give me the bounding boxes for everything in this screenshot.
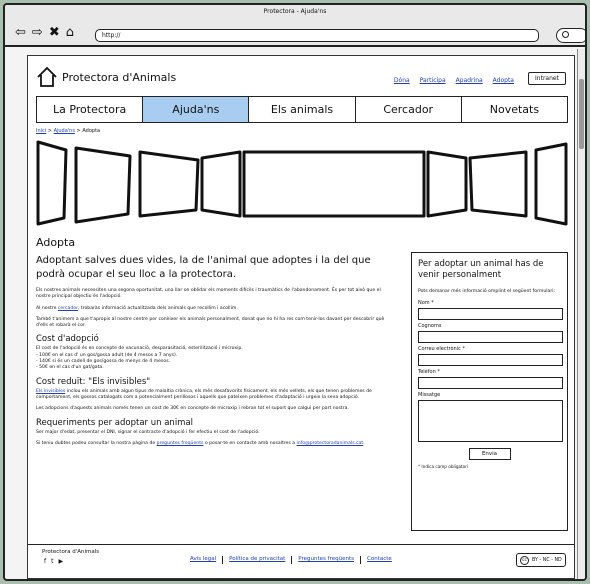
search-icon — [562, 31, 569, 38]
list-item: - 50€ en el cas d'un gat/gata. — [36, 365, 104, 371]
message-textarea[interactable] — [418, 400, 563, 442]
site-logo[interactable]: Protectora d'Animals — [36, 66, 176, 88]
faq-link[interactable]: preguntes freqüents — [157, 441, 204, 446]
breadcrumb-current: Adopta — [82, 128, 101, 134]
adoption-form: Per adoptar un animal has de venir perso… — [411, 252, 568, 531]
main-content: Els nostres animals necessiten una segon… — [36, 288, 392, 452]
divider — [291, 556, 293, 564]
footer: Protectora d'Animals f t ▶ Avís legal Po… — [28, 544, 574, 578]
phone-field[interactable] — [418, 377, 563, 389]
footer-link-privacitat[interactable]: Política de privacitat — [229, 556, 285, 564]
divider — [359, 556, 361, 564]
cost-list: - 100€ en el cas d' un gos/gossa adult (… — [36, 353, 392, 372]
browser-window: Protectora - Ajuda'ns ⇦ ⇨ ✖ ⌂ http:// Pr… — [3, 3, 587, 581]
web-page: Protectora d'Animals Dóna Participa Apad… — [27, 55, 575, 579]
form-title: Per adoptar un animal has de venir perso… — [418, 259, 544, 280]
breadcrumb-ajudans[interactable]: Ajuda'ns — [54, 128, 75, 134]
page-title: Adopta — [36, 236, 76, 249]
lead-text: Adoptant salves dues vides, la de l'anim… — [36, 255, 371, 280]
paragraph: Ser major d'edat, presentar el DNI, sign… — [36, 429, 260, 435]
form-intro: Pots demanar més informació omplint el s… — [418, 289, 556, 294]
menu-item-novetats[interactable]: Novetats — [462, 97, 567, 122]
form-label-nom: Nom * — [418, 300, 434, 306]
window-title: Protectora - Ajuda'ns — [263, 8, 327, 15]
surname-field[interactable] — [418, 331, 563, 343]
name-field[interactable] — [418, 308, 563, 320]
menu-item-la-protectora[interactable]: La Protectora — [37, 97, 144, 122]
license-badge[interactable]: cc BY - NC - ND — [516, 553, 566, 567]
footer-link-contacte[interactable]: Contacte — [367, 556, 392, 564]
url-bar[interactable]: http:// — [95, 29, 539, 42]
browser-nav-buttons: ⇦ ⇨ ✖ ⌂ — [15, 26, 74, 39]
menu-item-els-animals[interactable]: Els animals — [249, 97, 356, 122]
forward-arrow-icon[interactable]: ⇨ — [32, 26, 43, 39]
home-icon[interactable]: ⌂ — [66, 26, 74, 39]
footer-name: Protectora d'Animals — [42, 549, 100, 555]
send-button[interactable]: Envia — [468, 448, 511, 460]
breadcrumb: Inici > Ajuda'ns > Adopta — [36, 128, 100, 134]
section-heading-requirements: Requeriments per adoptar un animal — [36, 417, 194, 428]
top-links: Dóna Participa Apadrina Adopta — [394, 77, 514, 84]
image-carousel[interactable] — [32, 136, 572, 232]
form-label-telefon: Telèfon * — [418, 369, 440, 375]
footer-link-avis-legal[interactable]: Avís legal — [190, 556, 216, 564]
close-x-icon[interactable]: ✖ — [49, 26, 60, 39]
menu-item-cercador[interactable]: Cercador — [356, 97, 462, 122]
house-logo-icon — [37, 66, 57, 87]
twitter-icon[interactable]: t — [51, 558, 53, 565]
form-label-cognoms: Cognoms — [418, 323, 442, 329]
social-icons: f t ▶ — [44, 558, 63, 565]
vertical-scrollbar[interactable] — [577, 49, 585, 579]
email-field[interactable] — [418, 354, 563, 366]
facebook-icon[interactable]: f — [44, 558, 46, 565]
email-link[interactable]: info@protectoradanimals.cat — [297, 441, 364, 446]
breadcrumb-separator: > — [76, 128, 81, 134]
section-heading-cost: Cost d'adopció — [36, 334, 99, 345]
cercador-link[interactable]: cercador — [58, 306, 78, 311]
paragraph: Els invisibles inclou els animals amb al… — [36, 388, 372, 400]
breadcrumb-home[interactable]: Inici — [36, 128, 46, 134]
menu-item-ajudans[interactable]: Ajuda'ns — [143, 97, 250, 122]
footer-links: Avís legal Política de privacitat Pregun… — [190, 556, 392, 564]
paragraph: També t'animem a que t'apropis al nostre… — [36, 316, 385, 329]
carousel-slide — [74, 146, 132, 224]
logo-text: Protectora d'Animals — [62, 70, 177, 84]
intranet-button[interactable]: Intranet — [528, 72, 566, 85]
footer-link-faq[interactable]: Preguntes freqüents — [298, 556, 354, 564]
carousel-slide — [242, 150, 426, 218]
section-heading-reduced: Cost reduït: "Els invisibles" — [36, 376, 151, 387]
top-link-dona[interactable]: Dóna — [394, 77, 410, 84]
carousel-slide — [468, 150, 528, 218]
paragraph: Al nostre cercador, trobaràs informació … — [36, 305, 238, 311]
carousel-slide — [138, 150, 200, 218]
carousel-slide — [426, 150, 468, 218]
license-text: BY - NC - ND — [532, 557, 562, 563]
paragraph: Si teniu dubtes podeu consultar la nostr… — [36, 440, 365, 446]
main-menu: La Protectora Ajuda'ns Els animals Cerca… — [36, 96, 568, 123]
browser-titlebar: Protectora - Ajuda'ns ⇦ ⇨ ✖ ⌂ http:// — [5, 5, 585, 47]
paragraph: Les adopcions d'aquests animals només te… — [36, 406, 349, 412]
carousel-slide — [36, 140, 68, 226]
back-arrow-icon[interactable]: ⇦ — [15, 26, 26, 39]
required-note: * Indica camp obligatori — [418, 464, 469, 469]
divider — [222, 556, 224, 564]
top-link-apadrina[interactable]: Apadrina — [456, 77, 483, 84]
carousel-slide — [200, 150, 242, 218]
cc-icon: cc — [520, 555, 529, 565]
paragraph: Els nostres animals necessiten una segon… — [36, 288, 381, 300]
top-link-participa[interactable]: Participa — [420, 77, 446, 84]
carousel-slide — [534, 142, 568, 226]
form-label-missatge: Missatge — [418, 392, 441, 398]
invisibles-link[interactable]: Els invisibles — [36, 389, 65, 394]
youtube-icon[interactable]: ▶ — [58, 558, 63, 565]
browser-search-field[interactable] — [556, 28, 585, 43]
top-link-adopta[interactable]: Adopta — [493, 77, 514, 84]
form-label-email: Correu electrònic * — [418, 346, 465, 352]
breadcrumb-separator: > — [47, 128, 52, 134]
